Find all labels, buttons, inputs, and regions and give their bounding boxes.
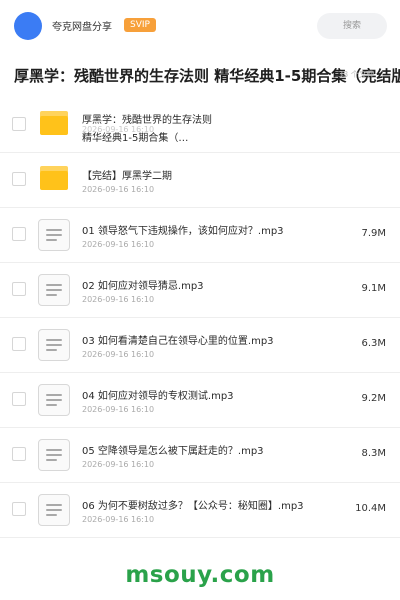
- audio-file-icon: [38, 329, 70, 361]
- file-date: 2026-09-16 16:10: [82, 240, 155, 249]
- folder-title-bar: 厚黑学：残酷世界的生存法则 精华经典1-5期合集（完结版 33 个文件: [0, 52, 400, 99]
- file-name: 05 空降领导是怎么被下属赶走的？.mp3: [82, 446, 264, 457]
- file-name: 【完结】厚黑学二期: [82, 171, 172, 182]
- file-date: 2026-09-16 16:10: [82, 460, 155, 469]
- checkbox[interactable]: [12, 227, 26, 241]
- folder-icon: [40, 166, 68, 190]
- list-item[interactable]: 02 如何应对领导猜忌.mp3 2026-09-16 16:10 9.1M: [0, 263, 400, 318]
- header: 夸克网盘分享 SVIP 搜索: [0, 0, 400, 52]
- svip-badge: SVIP: [124, 18, 156, 32]
- file-size: 7.9M: [361, 228, 386, 239]
- audio-file-icon: [38, 439, 70, 471]
- checkbox[interactable]: [12, 502, 26, 516]
- file-name: 03 如何看清楚自己在领导心里的位置.mp3: [82, 336, 274, 347]
- file-name: 厚黑学：残酷世界的生存法则: [82, 115, 212, 126]
- list-item[interactable]: 05 空降领导是怎么被下属赶走的？.mp3 2026-09-16 16:10 8…: [0, 428, 400, 483]
- folder-icon: [40, 111, 68, 135]
- checkbox[interactable]: [12, 392, 26, 406]
- audio-file-icon: [38, 219, 70, 251]
- list-item[interactable]: 06 为何不要树敌过多？【公众号：秘知圈】.mp3 2026-09-16 16:…: [0, 483, 400, 538]
- file-size: 8.3M: [361, 448, 386, 459]
- checkbox[interactable]: [12, 282, 26, 296]
- checkbox[interactable]: [12, 117, 26, 131]
- list-item[interactable]: 厚黑学：残酷世界的生存法则 2026-09-16 16:10 精华经典1-5期合…: [0, 98, 400, 153]
- search-button[interactable]: 搜索: [317, 13, 387, 39]
- file-date: 2026-09-16 16:10: [82, 185, 155, 194]
- file-size: 6.3M: [361, 338, 386, 349]
- file-name: 04 如何应对领导的专权测试.mp3: [82, 391, 234, 402]
- avatar[interactable]: [14, 12, 42, 40]
- file-size: 10.4M: [355, 503, 386, 514]
- file-name: 06 为何不要树敌过多？【公众号：秘知圈】.mp3: [82, 501, 304, 512]
- audio-file-icon: [38, 494, 70, 526]
- file-date: 2026-09-16 16:10: [82, 350, 155, 359]
- share-name: 夸克网盘分享: [52, 22, 112, 33]
- file-size: 9.1M: [361, 283, 386, 294]
- file-name: 02 如何应对领导猜忌.mp3: [82, 281, 204, 292]
- share-page: 夸克网盘分享 SVIP 搜索 厚黑学：残酷世界的生存法则 精华经典1-5期合集（…: [0, 0, 400, 600]
- audio-file-icon: [38, 274, 70, 306]
- file-name-cont: 精华经典1-5期合集（…: [82, 133, 189, 144]
- file-size: 9.2M: [361, 393, 386, 404]
- list-item[interactable]: 04 如何应对领导的专权测试.mp3 2026-09-16 16:10 9.2M: [0, 373, 400, 428]
- audio-file-icon: [38, 384, 70, 416]
- file-date: 2026-09-16 16:10: [82, 515, 155, 524]
- file-date: 2026-09-16 16:10: [82, 405, 155, 414]
- checkbox[interactable]: [12, 337, 26, 351]
- checkbox[interactable]: [12, 172, 26, 186]
- list-item[interactable]: 03 如何看清楚自己在领导心里的位置.mp3 2026-09-16 16:10 …: [0, 318, 400, 373]
- file-count: 33 个文件: [338, 70, 375, 79]
- file-date: 2026-09-16 16:10: [82, 295, 155, 304]
- file-list: 厚黑学：残酷世界的生存法则 2026-09-16 16:10 精华经典1-5期合…: [0, 98, 400, 538]
- file-name: 01 领导怒气下违规操作，该如何应对？.mp3: [82, 226, 284, 237]
- list-item[interactable]: 【完结】厚黑学二期 2026-09-16 16:10: [0, 153, 400, 208]
- watermark: msouy.com: [125, 562, 275, 588]
- list-item[interactable]: 01 领导怒气下违规操作，该如何应对？.mp3 2026-09-16 16:10…: [0, 208, 400, 263]
- checkbox[interactable]: [12, 447, 26, 461]
